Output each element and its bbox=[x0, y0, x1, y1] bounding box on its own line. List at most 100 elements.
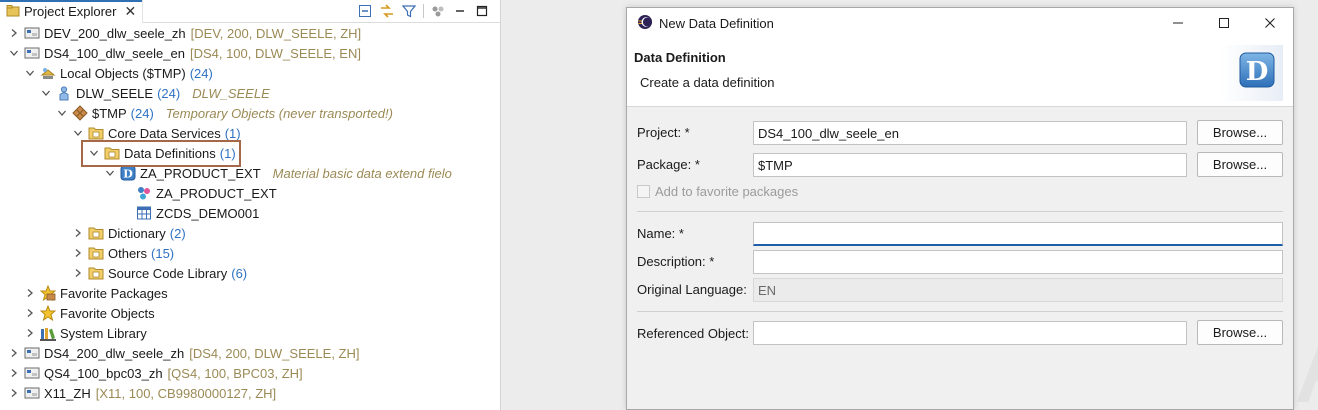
tree-item-label: ZCDS_DEMO001 bbox=[156, 205, 260, 221]
tree-item[interactable]: Local Objects ($TMP) (24) bbox=[0, 63, 213, 83]
expand-down-icon[interactable] bbox=[72, 127, 84, 139]
description-field[interactable] bbox=[753, 250, 1283, 274]
chevron-right-icon[interactable] bbox=[24, 327, 36, 339]
item-count: (2) bbox=[169, 225, 186, 241]
expand-down-icon[interactable] bbox=[104, 167, 116, 179]
package-label: Package: * bbox=[637, 157, 700, 172]
project-decoration: [QS4, 100, BPC03, ZH] bbox=[167, 365, 303, 381]
description-label: Description: * bbox=[637, 254, 715, 269]
wizard-title: Data Definition bbox=[634, 50, 726, 65]
add-to-favorites-label: Add to favorite packages bbox=[655, 184, 799, 199]
tree-item-label: Core Data Services bbox=[108, 125, 221, 141]
tree-item-label: Favorite Packages bbox=[60, 285, 168, 301]
close-icon[interactable]: ✕ bbox=[124, 3, 136, 20]
expand-down-icon[interactable] bbox=[56, 107, 68, 119]
chevron-right-icon[interactable] bbox=[24, 307, 36, 319]
expand-down-icon[interactable] bbox=[8, 47, 20, 59]
user-icon bbox=[56, 85, 72, 101]
chevron-right-icon[interactable] bbox=[72, 247, 84, 259]
wizard-body: Project: * Browse... Package: * Browse..… bbox=[627, 107, 1293, 409]
project-explorer-view: Project Explorer ✕ DEV_200_dlw_seele_zh … bbox=[0, 0, 501, 410]
project-icon bbox=[24, 345, 40, 361]
tree-item[interactable]: DS4_200_dlw_seele_zh [DS4, 200, DLW_SEELE… bbox=[0, 343, 360, 363]
item-count: (24) bbox=[189, 65, 213, 81]
tree-item[interactable]: Favorite Packages bbox=[0, 283, 168, 303]
tree-item-label: X11_ZH bbox=[44, 385, 91, 401]
tree-item-label: DLW_SEELE bbox=[76, 85, 154, 101]
item-count: (24) bbox=[157, 85, 181, 101]
close-window-button[interactable] bbox=[1247, 8, 1293, 38]
tree-item[interactable]: DLW_SEELE (24) DLW_SEELE bbox=[0, 83, 270, 103]
toolbar-separator bbox=[423, 4, 424, 18]
tree-item-label: QS4_100_bpc03_zh bbox=[44, 365, 163, 381]
tree-item[interactable]: Others (15) bbox=[0, 243, 174, 263]
tree-item-label: $TMP bbox=[92, 105, 127, 121]
tree-item[interactable]: $TMP (24) Temporary Objects (never transpo… bbox=[0, 103, 393, 123]
package-field[interactable] bbox=[753, 153, 1187, 177]
expand-down-icon[interactable] bbox=[40, 87, 52, 99]
tree-item[interactable]: ZA_PRODUCT_EXT bbox=[0, 183, 277, 203]
tree-item[interactable]: X11_ZH [X11, 100, CB9980000127, ZH] bbox=[0, 383, 276, 403]
tree-item-label: ZA_PRODUCT_EXT bbox=[140, 165, 261, 181]
filter-icon[interactable] bbox=[401, 3, 417, 19]
wizard-subtitle: Create a data definition bbox=[640, 75, 775, 90]
chevron-right-icon[interactable] bbox=[8, 387, 20, 399]
project-decoration: [DS4, 200, DLW_SEELE, ZH] bbox=[189, 345, 360, 361]
referenced-object-label: Referenced Object: bbox=[637, 326, 750, 341]
folder-icon bbox=[88, 265, 104, 281]
tree-item[interactable]: ZCDS_DEMO001 bbox=[0, 203, 259, 223]
checkbox-box[interactable] bbox=[637, 185, 650, 198]
tree-item[interactable]: QS4_100_bpc03_zh [QS4, 100, BPC03, ZH] bbox=[0, 363, 303, 383]
package-browse-button[interactable]: Browse... bbox=[1197, 152, 1283, 177]
star-icon bbox=[40, 305, 56, 321]
tree-item[interactable]: DEV_200_dlw_seele_zh [DEV, 200, DLW_SEELE… bbox=[0, 23, 361, 43]
name-field[interactable] bbox=[753, 222, 1283, 246]
table-icon bbox=[136, 205, 152, 221]
project-decoration: [DEV, 200, DLW_SEELE, ZH] bbox=[190, 25, 362, 41]
tree-item-label: ZA_PRODUCT_EXT bbox=[156, 185, 277, 201]
expand-down-icon[interactable] bbox=[24, 67, 36, 79]
cds-entity-icon bbox=[136, 185, 152, 201]
tab-title: Project Explorer bbox=[24, 3, 117, 19]
original-language-label: Original Language: bbox=[637, 282, 747, 297]
tree-item[interactable]: Favorite Objects bbox=[0, 303, 155, 323]
view-menu-icon[interactable] bbox=[430, 3, 446, 19]
project-icon bbox=[24, 25, 40, 41]
project-field[interactable] bbox=[753, 121, 1187, 145]
collapse-all-icon[interactable] bbox=[357, 3, 373, 19]
chevron-right-icon[interactable] bbox=[8, 347, 20, 359]
item-description: DLW_SEELE bbox=[192, 85, 270, 101]
project-decoration: [X11, 100, CB9980000127, ZH] bbox=[95, 385, 277, 401]
chevron-right-icon[interactable] bbox=[24, 287, 36, 299]
wizard-banner: Data Definition Create a data definition… bbox=[627, 38, 1293, 107]
tree-item-label: System Library bbox=[60, 325, 147, 341]
library-icon bbox=[40, 325, 56, 341]
new-data-definition-dialog: New Data Definition Data Definition Crea… bbox=[626, 7, 1294, 410]
chevron-right-icon[interactable] bbox=[72, 267, 84, 279]
minimize-icon[interactable] bbox=[452, 3, 468, 19]
link-with-editor-icon[interactable] bbox=[379, 3, 395, 19]
separator bbox=[637, 311, 1283, 312]
tree-item[interactable]: Source Code Library (6) bbox=[0, 263, 247, 283]
tree-item[interactable]: Dictionary (2) bbox=[0, 223, 186, 243]
referenced-object-field[interactable] bbox=[753, 321, 1187, 345]
tree-item-label: Source Code Library bbox=[108, 265, 228, 281]
maximize-icon[interactable] bbox=[474, 3, 490, 19]
referenced-object-browse-button[interactable]: Browse... bbox=[1197, 320, 1283, 345]
minimize-window-button[interactable] bbox=[1155, 8, 1201, 38]
tree-item[interactable]: DS4_100_dlw_seele_en [DS4, 100, DLW_SEELE… bbox=[0, 43, 361, 63]
highlight-box bbox=[81, 140, 241, 167]
tab-project-explorer[interactable]: Project Explorer ✕ bbox=[0, 0, 144, 23]
project-browse-button[interactable]: Browse... bbox=[1197, 120, 1283, 145]
chevron-right-icon[interactable] bbox=[72, 227, 84, 239]
project-icon bbox=[24, 385, 40, 401]
data-definition-logo-icon: D bbox=[1221, 45, 1283, 101]
add-to-favorites-checkbox[interactable]: Add to favorite packages bbox=[637, 184, 798, 199]
separator bbox=[637, 211, 1283, 212]
chevron-right-icon[interactable] bbox=[8, 367, 20, 379]
chevron-right-icon[interactable] bbox=[8, 27, 20, 39]
maximize-window-button[interactable] bbox=[1201, 8, 1247, 38]
tree-item-label: DEV_200_dlw_seele_zh bbox=[44, 25, 186, 41]
tree-item[interactable]: System Library bbox=[0, 323, 147, 343]
